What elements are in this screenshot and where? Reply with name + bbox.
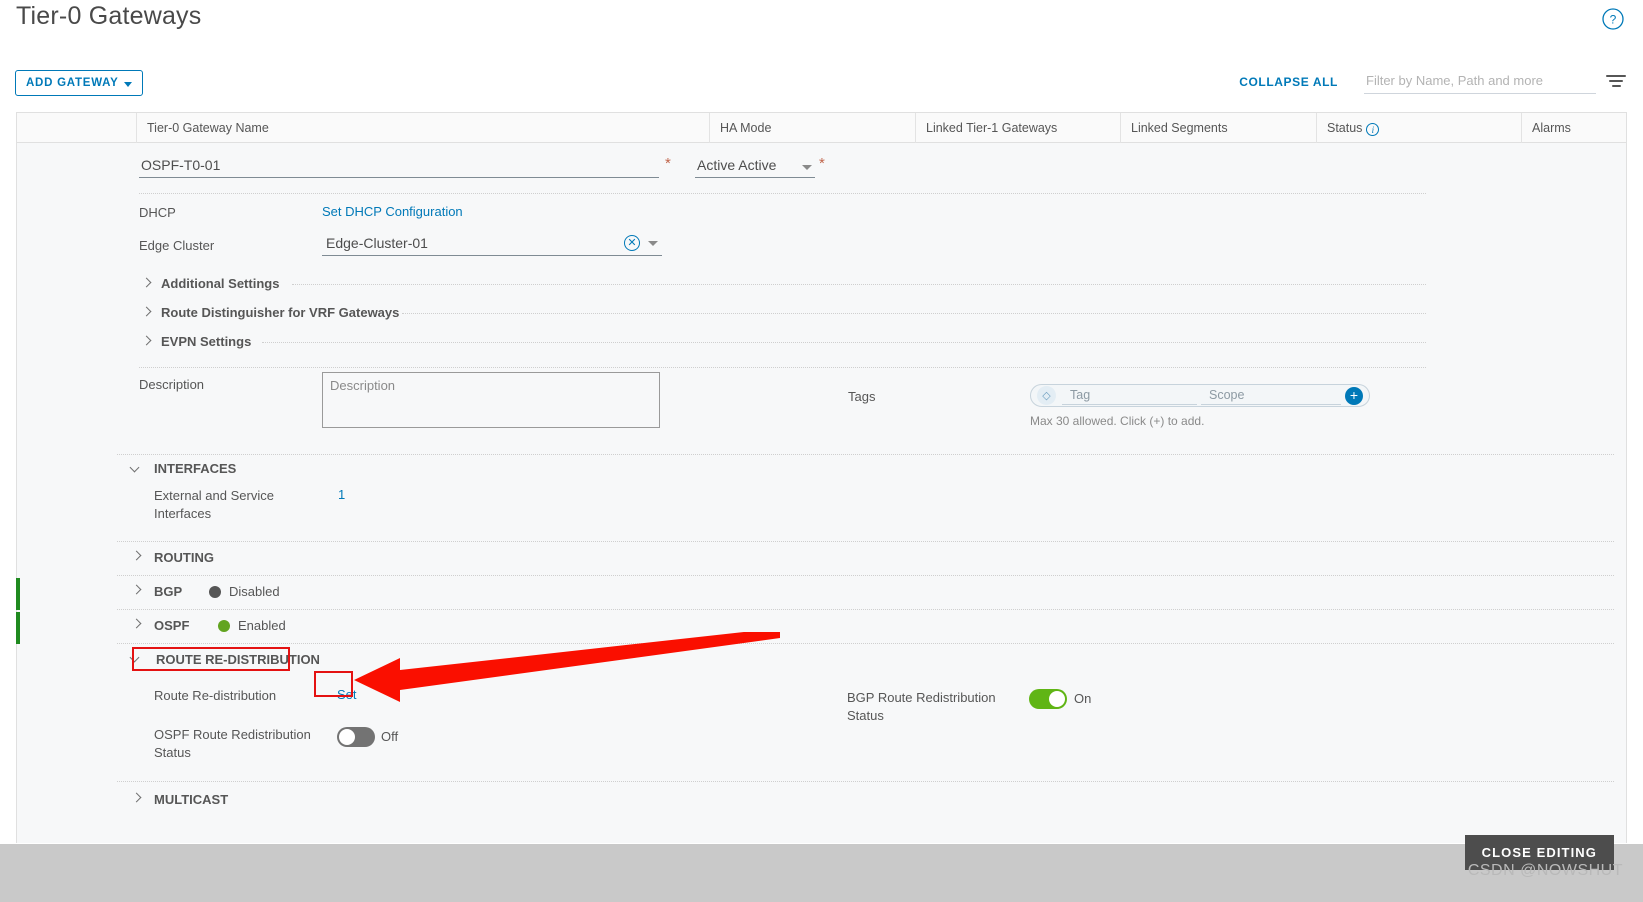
- chevron-right-icon[interactable]: [131, 792, 147, 808]
- footer-bar: [0, 844, 1643, 902]
- accordion-evpn-settings[interactable]: EVPN Settings: [17, 329, 1626, 358]
- chevron-right-icon[interactable]: [141, 306, 157, 322]
- section-ospf[interactable]: OSPF Enabled: [17, 610, 1626, 643]
- column-header-alarms[interactable]: Alarms: [1521, 112, 1626, 143]
- svg-text:?: ?: [1610, 13, 1617, 27]
- section-bgp[interactable]: BGP Disabled: [17, 576, 1626, 609]
- interfaces-content: External and Service Interfaces 1: [17, 483, 1626, 541]
- chevron-right-icon[interactable]: [131, 618, 147, 634]
- chevron-down-icon[interactable]: [129, 652, 145, 668]
- section-multicast[interactable]: MULTICAST: [17, 782, 1626, 818]
- route-redistribution-label: Route Re-distribution: [154, 688, 277, 703]
- divider: [292, 284, 1426, 285]
- filter-field-wrapper: [1364, 70, 1596, 94]
- watermark: CSDN @NOWSHUT: [1467, 862, 1623, 879]
- dhcp-row: DHCP Set DHCP Configuration: [17, 194, 1626, 227]
- grid-header-row: Tier-0 Gateway Name HA Mode Linked Tier-…: [17, 112, 1626, 143]
- help-circle-icon[interactable]: ?: [1602, 8, 1624, 30]
- section-title: BGP: [154, 584, 183, 599]
- name-required-asterisk: *: [665, 155, 671, 172]
- gateways-grid: Tier-0 Gateway Name HA Mode Linked Tier-…: [16, 112, 1627, 843]
- route-redistribution-content: Route Re-distribution Set BGP Route Redi…: [17, 677, 1626, 781]
- add-gateway-label: ADD GATEWAY: [26, 77, 119, 89]
- section-title: INTERFACES: [154, 461, 237, 476]
- description-label: Description: [139, 377, 205, 392]
- bgp-redistribution-status-label: BGP Route Redistribution Status: [847, 690, 996, 723]
- collapse-all-button[interactable]: COLLAPSE ALL: [1239, 75, 1338, 89]
- tag-icon: ◇: [1037, 386, 1056, 405]
- ha-mode-select[interactable]: Active Active Active Standby: [695, 155, 815, 178]
- section-title: ROUTING: [154, 550, 214, 565]
- section-routing[interactable]: ROUTING: [17, 542, 1626, 575]
- column-header-linked-tier1[interactable]: Linked Tier-1 Gateways: [915, 112, 1120, 143]
- column-header-name[interactable]: Tier-0 Gateway Name: [136, 112, 709, 143]
- column-header-status-label: Status: [1327, 120, 1363, 135]
- edge-cluster-value: Edge-Cluster-01: [326, 235, 428, 251]
- page-title: Tier-0 Gateways: [16, 2, 202, 30]
- add-gateway-button[interactable]: ADD GATEWAY: [15, 70, 143, 96]
- column-header-linked-segments[interactable]: Linked Segments: [1120, 112, 1316, 143]
- bgp-status-dot: [209, 586, 221, 598]
- accordion-additional-settings[interactable]: Additional Settings: [17, 271, 1626, 300]
- ospf-redistribution-toggle-label: Off: [381, 729, 399, 744]
- edge-cluster-select[interactable]: Edge-Cluster-01 ✕: [322, 233, 662, 256]
- bgp-status-text: Disabled: [229, 584, 280, 599]
- external-service-interfaces-label: External and Service Interfaces: [154, 488, 274, 521]
- chevron-down-icon[interactable]: [648, 240, 658, 246]
- description-textarea[interactable]: [322, 372, 660, 428]
- section-interfaces[interactable]: INTERFACES: [17, 455, 1626, 483]
- edge-cluster-row: Edge Cluster Edge-Cluster-01 ✕: [17, 227, 1626, 271]
- chevron-right-icon[interactable]: [131, 550, 147, 566]
- section-title: OSPF: [154, 618, 190, 633]
- toolbar: ADD GATEWAY COLLAPSE ALL: [0, 62, 1643, 104]
- description-tags-row: Description Tags ◇ + Max 30 allowed. Cli…: [17, 368, 1626, 454]
- info-circle-icon[interactable]: i: [1366, 122, 1380, 136]
- dhcp-label: DHCP: [139, 205, 176, 220]
- scope-input[interactable]: [1201, 386, 1341, 405]
- ospf-redistribution-status-label: OSPF Route Redistribution Status: [154, 727, 311, 760]
- tags-entry: ◇ +: [1030, 384, 1370, 407]
- ospf-status-text: Enabled: [238, 618, 286, 633]
- bgp-redistribution-toggle[interactable]: [1029, 689, 1067, 709]
- divider: [402, 313, 1426, 314]
- divider: [262, 342, 1426, 343]
- filter-input[interactable]: [1364, 70, 1596, 94]
- column-header-expand: [17, 113, 136, 143]
- clear-circle-x-icon[interactable]: ✕: [624, 235, 640, 251]
- name-and-hamode-row: * Active Active Active Standby *: [17, 143, 1626, 193]
- row-status-indicator: [16, 612, 20, 644]
- chevron-down-icon[interactable]: [129, 462, 145, 478]
- edge-cluster-label: Edge Cluster: [139, 238, 215, 253]
- section-route-redistribution[interactable]: ROUTE RE-DISTRIBUTION: [17, 644, 1626, 677]
- chevron-right-icon[interactable]: [131, 584, 147, 600]
- route-redistribution-set-link[interactable]: Set: [337, 687, 357, 702]
- tag-input[interactable]: [1062, 386, 1197, 405]
- column-header-ha-mode[interactable]: HA Mode: [709, 112, 915, 143]
- ospf-redistribution-toggle[interactable]: [337, 727, 375, 747]
- chevron-right-icon[interactable]: [141, 277, 157, 293]
- row-status-indicator: [16, 578, 20, 610]
- tags-hint: Max 30 allowed. Click (+) to add.: [1030, 414, 1205, 428]
- chevron-right-icon[interactable]: [141, 335, 157, 351]
- chevron-down-icon: [123, 81, 132, 87]
- ospf-status-dot: [218, 620, 230, 632]
- gateway-row-expanded: * Active Active Active Standby * DHCP Se…: [17, 143, 1626, 843]
- section-title: ROUTE RE-DISTRIBUTION: [156, 652, 320, 667]
- ha-required-asterisk: *: [819, 155, 825, 172]
- set-dhcp-configuration-link[interactable]: Set DHCP Configuration: [322, 204, 463, 219]
- accordion-label: Additional Settings: [161, 276, 280, 291]
- plus-icon[interactable]: +: [1345, 386, 1363, 405]
- bgp-redistribution-toggle-label: On: [1074, 691, 1092, 706]
- accordion-route-distinguisher[interactable]: Route Distinguisher for VRF Gateways: [17, 300, 1626, 329]
- filter-lines-icon[interactable]: [1606, 75, 1626, 91]
- column-header-status[interactable]: Status i: [1316, 112, 1521, 143]
- gateway-name-input[interactable]: [139, 155, 659, 178]
- external-service-interfaces-count[interactable]: 1: [338, 487, 345, 502]
- accordion-label: Route Distinguisher for VRF Gateways: [161, 305, 400, 320]
- tier0-gateways-page: Tier-0 Gateways ? ADD GATEWAY COLLAPSE A…: [0, 0, 1643, 902]
- section-title: MULTICAST: [154, 792, 229, 807]
- tags-label: Tags: [848, 389, 876, 404]
- accordion-label: EVPN Settings: [161, 334, 252, 349]
